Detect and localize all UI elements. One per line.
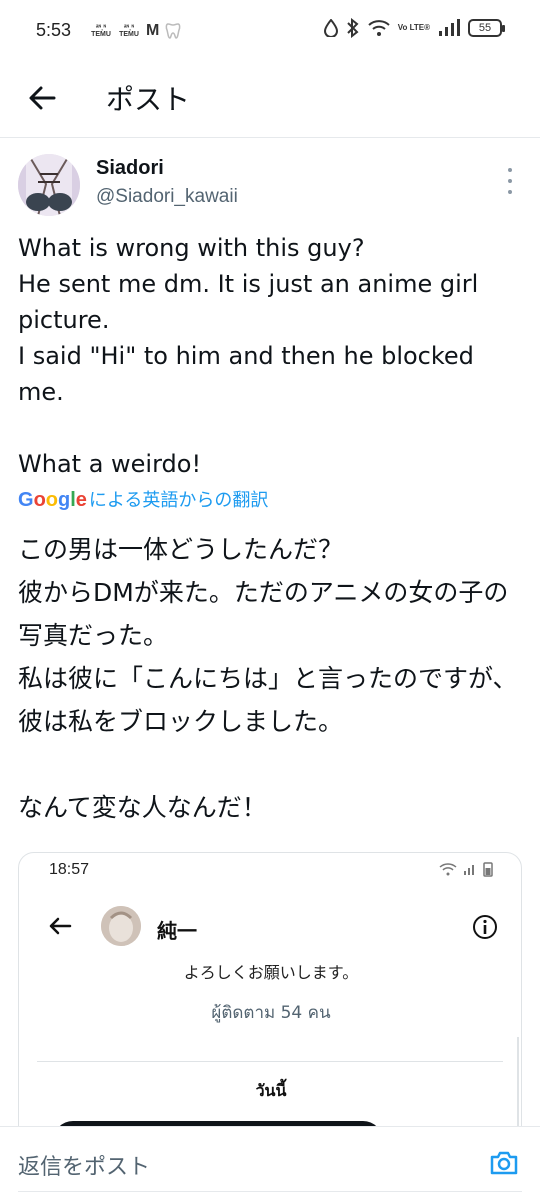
divider	[37, 1061, 503, 1062]
page-title: ポスト	[106, 83, 191, 116]
status-bar: 5:53 ᵃᶰ˳ᶰ TEMU ᵃᶰ˳ᶰ TEMU M Vo LTE® 55	[0, 0, 540, 64]
dm-date-separator: วันนี้	[255, 1081, 287, 1100]
wifi-icon	[439, 863, 457, 876]
camera-icon[interactable]	[488, 1147, 520, 1179]
back-arrow-icon[interactable]	[24, 80, 60, 116]
more-dot	[508, 190, 512, 194]
more-vertical-icon	[508, 168, 512, 172]
avatar	[101, 906, 141, 946]
more-options-button[interactable]	[500, 168, 520, 194]
divider	[18, 1191, 522, 1192]
google-logo-icon: Google	[18, 489, 87, 511]
temu-logo-icon: ᵃᶰ˳ᶰ TEMU	[91, 24, 111, 38]
translated-text: この男は一体どうしたんだ？ 彼からDMが来た。ただのアニメの女の子の写真だった。…	[18, 535, 518, 822]
dm-followers: ผู้ติดตาม 54 คน	[211, 1003, 331, 1023]
water-drop-icon	[323, 19, 338, 37]
signal-icon	[464, 865, 474, 875]
embedded-status-time: 18:57	[49, 861, 90, 878]
attached-image[interactable]: 18:57 純一 よろしくお願いします。 ผู้ติดตาม 54 คน วัน…	[18, 852, 522, 1152]
gmail-icon: M	[146, 22, 160, 39]
author-handle[interactable]: @Siadori_kawaii	[96, 186, 238, 208]
bluetooth-icon	[347, 18, 359, 38]
avatar[interactable]	[18, 154, 80, 216]
reply-bar: 返信をポスト	[0, 1126, 540, 1200]
embedded-status-icons	[439, 861, 493, 877]
notification-icons: ᵃᶰ˳ᶰ TEMU ᵃᶰ˳ᶰ TEMU M	[90, 22, 181, 40]
page-header: ポスト	[0, 64, 540, 138]
dm-bio: よろしくお願いします。	[183, 963, 359, 982]
tweet-text: What is wrong with this guy? He sent me …	[18, 234, 479, 478]
translation-attribution[interactable]: Google による英語からの翻訳	[18, 486, 268, 512]
volte-label: Vo LTE®	[397, 23, 430, 32]
info-icon	[473, 915, 497, 939]
dm-contact-name: 純一	[157, 919, 197, 943]
tooth-icon	[165, 23, 181, 39]
back-arrow-icon	[49, 917, 72, 935]
more-dot	[508, 179, 512, 183]
reply-input[interactable]: 返信をポスト	[18, 1149, 150, 1181]
status-time: 5:53	[36, 20, 72, 40]
battery-icon	[483, 862, 493, 877]
signal-icon	[439, 19, 460, 36]
battery-indicator: 55	[468, 19, 505, 37]
temu-logo-icon: ᵃᶰ˳ᶰ TEMU	[119, 24, 139, 38]
system-icons: Vo LTE® 55	[323, 18, 505, 38]
translation-label: による英語からの翻訳	[88, 490, 269, 511]
wifi-icon	[368, 20, 390, 36]
author-name[interactable]: Siadori	[96, 157, 164, 180]
